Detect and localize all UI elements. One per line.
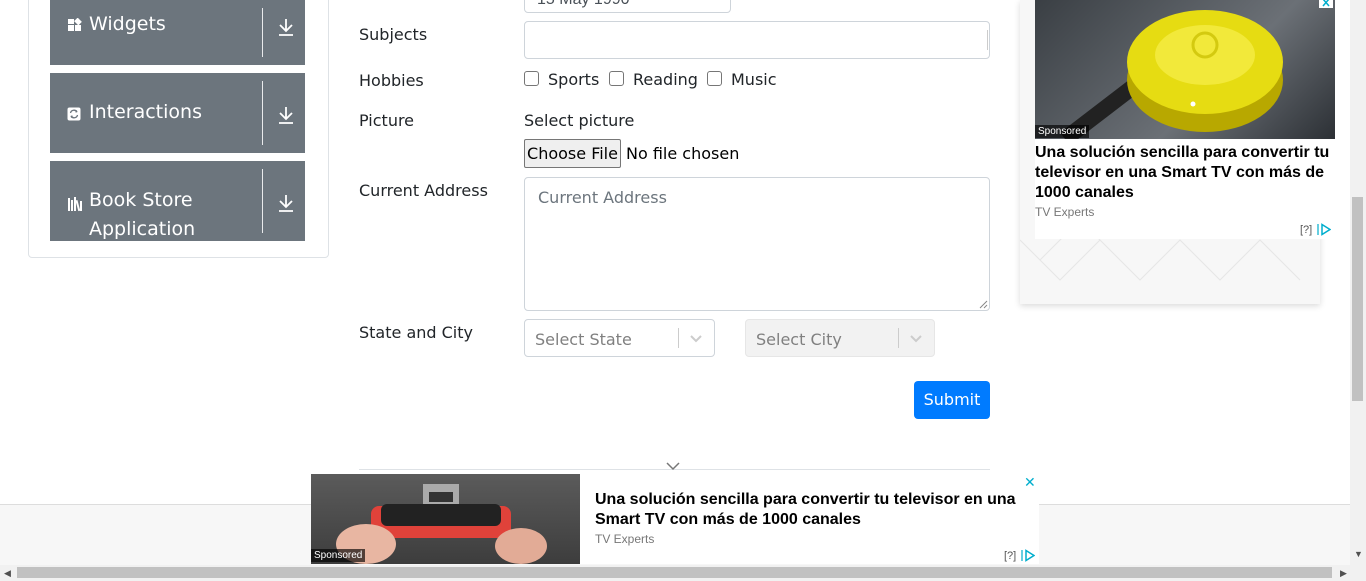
resize-handle-icon[interactable] — [978, 299, 988, 309]
reading-label[interactable]: Reading — [633, 70, 698, 89]
city-placeholder: Select City — [756, 330, 842, 349]
chevron-down-icon — [690, 335, 702, 343]
chevron-down-icon[interactable] — [666, 461, 680, 471]
sidebar-item-label: Interactions — [89, 101, 202, 123]
scroll-right-arrow-icon[interactable]: ▶ — [1340, 568, 1347, 579]
divider — [987, 30, 988, 50]
ad-title[interactable]: Una solución sencilla para convertir tu … — [1035, 143, 1333, 203]
divider — [898, 328, 899, 348]
picture-label: Picture — [359, 111, 415, 130]
sidebar-item-label-line2: Application — [89, 218, 196, 240]
state-select[interactable]: Select State — [524, 319, 715, 357]
page: Widgets Interactions Book Store Applicat… — [0, 0, 1366, 581]
sponsored-badge: Sponsored — [311, 549, 366, 562]
current-address-label: Current Address — [359, 181, 488, 200]
city-select[interactable]: Select City — [745, 319, 935, 357]
widgets-icon — [68, 18, 82, 31]
sidebar-item-label: Widgets — [89, 13, 166, 35]
horizontal-scrollbar-thumb[interactable] — [17, 567, 1332, 578]
scroll-down-arrow-icon[interactable]: ▼ — [1354, 549, 1363, 559]
sports-checkbox[interactable] — [524, 71, 539, 86]
interactions-icon — [67, 107, 81, 121]
select-picture-label: Select picture — [524, 111, 635, 130]
file-status: No file chosen — [626, 144, 740, 163]
divider — [262, 169, 263, 233]
current-address-textarea[interactable]: Current Address — [524, 177, 990, 311]
address-placeholder: Current Address — [538, 188, 667, 207]
ad-source[interactable]: TV Experts — [595, 532, 654, 546]
scroll-left-arrow-icon[interactable]: ◀ — [4, 568, 11, 579]
reading-checkbox[interactable] — [609, 71, 624, 86]
subjects-label: Subjects — [359, 25, 428, 44]
sidebar-item-interactions[interactable]: Interactions — [50, 73, 305, 153]
close-icon[interactable]: ✕ — [1024, 474, 1036, 491]
date-value: 15 May 1990 — [537, 0, 630, 9]
ad-title[interactable]: Una solución sencilla para convertir tu … — [595, 490, 1025, 530]
divider — [262, 81, 263, 145]
ad-help-link[interactable]: [?] — [1300, 224, 1312, 236]
state-placeholder: Select State — [535, 330, 632, 349]
sports-label[interactable]: Sports — [548, 70, 599, 89]
adchoices-icon[interactable] — [1021, 549, 1035, 562]
state-city-label: State and City — [359, 323, 473, 342]
music-label[interactable]: Music — [731, 70, 777, 89]
download-icon — [279, 107, 293, 124]
ad-help-link[interactable]: [?] — [1004, 550, 1016, 562]
download-icon — [279, 195, 293, 212]
download-icon — [279, 19, 293, 36]
submit-button[interactable]: Submit — [914, 381, 990, 419]
subjects-input[interactable] — [524, 21, 990, 59]
choose-file-button[interactable]: Choose File — [524, 139, 621, 168]
vertical-scrollbar-thumb[interactable] — [1352, 197, 1363, 401]
adchoices-icon[interactable] — [1317, 223, 1331, 236]
ad-source[interactable]: TV Experts — [1035, 205, 1094, 219]
date-of-birth-input[interactable]: 15 May 1990 — [524, 0, 731, 13]
book-store-icon — [68, 197, 82, 212]
close-icon[interactable] — [1319, 0, 1333, 8]
sidebar-item-label: Book Store — [89, 189, 193, 211]
chevron-down-icon — [910, 335, 922, 343]
divider — [678, 328, 679, 348]
ad-right[interactable]: Sponsored Una solución sencilla para con… — [1020, 0, 1335, 304]
sponsored-badge: Sponsored — [1035, 125, 1090, 138]
sidebar-item-book-store[interactable]: Book Store Application — [50, 161, 305, 241]
sidebar-item-widgets[interactable]: Widgets — [50, 0, 305, 65]
ad-image[interactable] — [1035, 0, 1335, 139]
hobbies-label: Hobbies — [359, 71, 424, 90]
divider — [262, 8, 263, 57]
ad-bottom[interactable]: Sponsored Una solución sencilla para con… — [311, 474, 1039, 564]
music-checkbox[interactable] — [707, 71, 722, 86]
chromecast-image-icon — [1060, 10, 1283, 139]
